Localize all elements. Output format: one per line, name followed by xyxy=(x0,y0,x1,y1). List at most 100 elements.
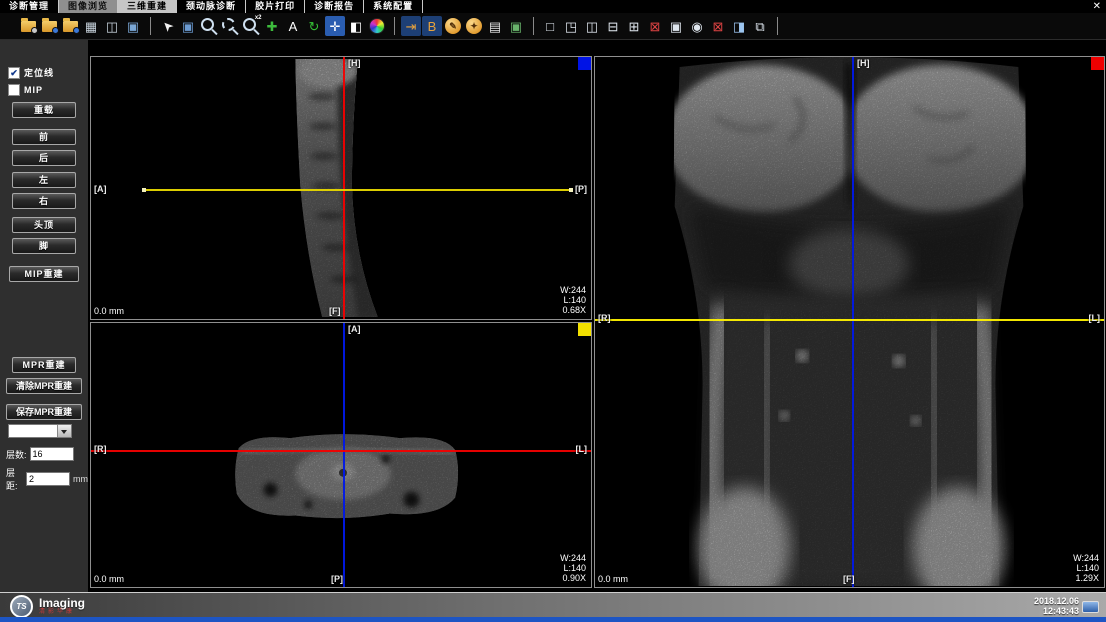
import-folder-icon[interactable] xyxy=(39,16,59,36)
menu-tabs: 诊断管理图像浏览三维重建颈动脉诊断胶片打印诊断报告系统配置 xyxy=(0,0,423,13)
cursor-icon[interactable]: ➤ xyxy=(157,16,177,36)
sagittal-vertical-reference-line[interactable] xyxy=(343,57,345,319)
roi-ellipse-icon[interactable]: ◉ xyxy=(687,16,707,36)
head-button[interactable]: 头顶 xyxy=(12,217,76,233)
tab-image-browse[interactable]: 图像浏览 xyxy=(59,0,118,13)
coronal-horizontal-reference-line[interactable] xyxy=(595,319,1104,321)
chevron-down-icon[interactable] xyxy=(57,425,71,437)
orientation-label-bottom: [P] xyxy=(331,574,343,584)
tab-3d-reconstruction[interactable]: 三维重建 xyxy=(118,0,177,13)
reload-button[interactable]: 重载 xyxy=(12,102,76,118)
date-value: 2018.12.06 xyxy=(1034,596,1079,606)
window-layout-icon[interactable]: ◫ xyxy=(102,16,122,36)
sagittal-mri-image xyxy=(91,57,591,319)
orientation-label-right: [L] xyxy=(576,444,588,454)
level-value: L:140 xyxy=(560,295,586,305)
level-value: L:140 xyxy=(560,563,586,573)
worklist-grid-icon[interactable]: ▦ xyxy=(81,16,101,36)
time-value: 12:43:43 xyxy=(1034,606,1079,616)
status-bar: TS Imaging 清影华康 2018.12.06 12:43:43 xyxy=(0,592,1106,617)
menu-bar: 诊断管理图像浏览三维重建颈动脉诊断胶片打印诊断报告系统配置 ✕ xyxy=(0,0,1106,13)
clear-mpr-button[interactable]: 清除MPR重建 xyxy=(6,378,82,394)
sidebar: ✔ 定位线 MIP 重载 前 后 左 右 头顶 脚 MIP重建 MPR重建 清除… xyxy=(0,40,88,592)
mip-rebuild-button[interactable]: MIP重建 xyxy=(9,266,79,282)
roi-rect-icon[interactable]: ▣ xyxy=(666,16,686,36)
preset-dropdown[interactable] xyxy=(8,424,72,438)
zoom-region-icon[interactable] xyxy=(220,16,240,36)
layout-single-icon[interactable]: □ xyxy=(540,16,560,36)
zoom-value: 0.68X xyxy=(560,305,586,315)
orientation-label-top: [H] xyxy=(857,58,870,68)
coronal-corner-marker xyxy=(1091,57,1104,70)
coronal-vertical-reference-line[interactable] xyxy=(852,57,854,587)
tab-diagnosis-management[interactable]: 诊断管理 xyxy=(0,0,59,13)
image-display-icon[interactable]: ▣ xyxy=(178,16,198,36)
layer-spacing-row: 层距: mm xyxy=(6,466,88,492)
mip-checkbox-label: MIP xyxy=(24,85,43,95)
annotation-text-icon[interactable]: A xyxy=(283,16,303,36)
coronal-viewport[interactable]: [H] [R] [L] [F] W:244 L:140 1.29X 0.0 mm xyxy=(594,56,1105,588)
datetime-readout: 2018.12.06 12:43:43 xyxy=(1034,596,1079,616)
tab-film-print[interactable]: 胶片打印 xyxy=(246,0,305,13)
axial-vertical-reference-line[interactable] xyxy=(343,323,345,587)
layer-spacing-input[interactable] xyxy=(26,472,70,486)
logo-monogram-icon: TS xyxy=(10,595,33,618)
layer-count-input[interactable] xyxy=(30,447,74,461)
measure-tools-icon[interactable]: ✦ xyxy=(464,16,484,36)
layout-two-column-icon[interactable]: ◫ xyxy=(582,16,602,36)
pan-icon[interactable]: ✚ xyxy=(262,16,282,36)
contrast-icon[interactable]: ◧ xyxy=(346,16,366,36)
back-button[interactable]: 后 xyxy=(12,150,76,166)
cascade-windows-icon[interactable]: ⧉ xyxy=(750,16,770,36)
slice-position: 0.0 mm xyxy=(94,306,124,316)
front-button[interactable]: 前 xyxy=(12,129,76,145)
open-study-folder-icon[interactable] xyxy=(18,16,38,36)
close-icon[interactable]: ✕ xyxy=(1093,0,1101,13)
mpr-rebuild-button[interactable]: MPR重建 xyxy=(12,357,76,373)
localizer-checkbox[interactable]: ✔ xyxy=(8,67,20,79)
save-image-icon[interactable]: ▣ xyxy=(506,16,526,36)
left-button[interactable]: 左 xyxy=(12,172,76,188)
layout-two-row-icon[interactable]: ⊟ xyxy=(603,16,623,36)
draw-pencil-icon[interactable]: ✎ xyxy=(443,16,463,36)
zoom-2x-icon[interactable]: x2 xyxy=(241,16,261,36)
save-mpr-button[interactable]: 保存MPR重建 xyxy=(6,404,82,420)
series-export-icon[interactable]: ⇥ xyxy=(401,16,421,36)
mip-checkbox[interactable] xyxy=(8,84,20,96)
refresh-icon[interactable]: ↻ xyxy=(304,16,324,36)
orientation-label-left: [R] xyxy=(598,313,611,323)
layout-preset-icon[interactable]: ◳ xyxy=(561,16,581,36)
export-folder-icon[interactable] xyxy=(60,16,80,36)
layer-spacing-unit: mm xyxy=(73,474,88,484)
orientation-label-left: [R] xyxy=(94,444,107,454)
level-value: L:140 xyxy=(1073,563,1099,573)
axial-corner-marker xyxy=(578,323,591,336)
sagittal-viewport[interactable]: [H] [A] [P] [F] W:244 L:140 0.68X 0.0 mm xyxy=(90,56,592,320)
tab-carotid-diagnosis[interactable]: 颈动脉诊断 xyxy=(177,0,246,13)
tab-diagnosis-report[interactable]: 诊断报告 xyxy=(305,0,364,13)
localizer-checkbox-row: ✔ 定位线 xyxy=(8,66,54,79)
right-button[interactable]: 右 xyxy=(12,193,76,209)
tab-system-config[interactable]: 系统配置 xyxy=(364,0,423,13)
volume-cube-icon[interactable]: ▣ xyxy=(123,16,143,36)
window-value: W:244 xyxy=(1073,553,1099,563)
sagittal-horizontal-reference-line[interactable] xyxy=(144,189,571,191)
axial-viewport[interactable]: [A] [R] [L] [P] W:244 L:140 0.90X 0.0 mm xyxy=(90,322,592,588)
report-document-icon[interactable]: ▤ xyxy=(485,16,505,36)
split-view-icon[interactable]: ◨ xyxy=(729,16,749,36)
foot-button[interactable]: 脚 xyxy=(12,238,76,254)
app-logo: TS Imaging 清影华康 xyxy=(10,595,85,618)
axial-horizontal-reference-line[interactable] xyxy=(91,450,591,452)
fit-screen-icon[interactable]: ✛ xyxy=(325,16,345,36)
zoom-icon[interactable] xyxy=(199,16,219,36)
color-wheel-icon[interactable] xyxy=(367,16,387,36)
orientation-label-top: [H] xyxy=(348,58,361,68)
layout-delete-icon[interactable]: ⊠ xyxy=(645,16,665,36)
zoom-value: 1.29X xyxy=(1073,573,1099,583)
slice-position: 0.0 mm xyxy=(94,574,124,584)
localizer-checkbox-label: 定位线 xyxy=(24,66,54,79)
layout-quad-icon[interactable]: ⊞ xyxy=(624,16,644,36)
window-level-readout: W:244 L:140 0.90X xyxy=(560,553,586,583)
batch-export-icon[interactable]: B xyxy=(422,16,442,36)
roi-delete-icon[interactable]: ⊠ xyxy=(708,16,728,36)
